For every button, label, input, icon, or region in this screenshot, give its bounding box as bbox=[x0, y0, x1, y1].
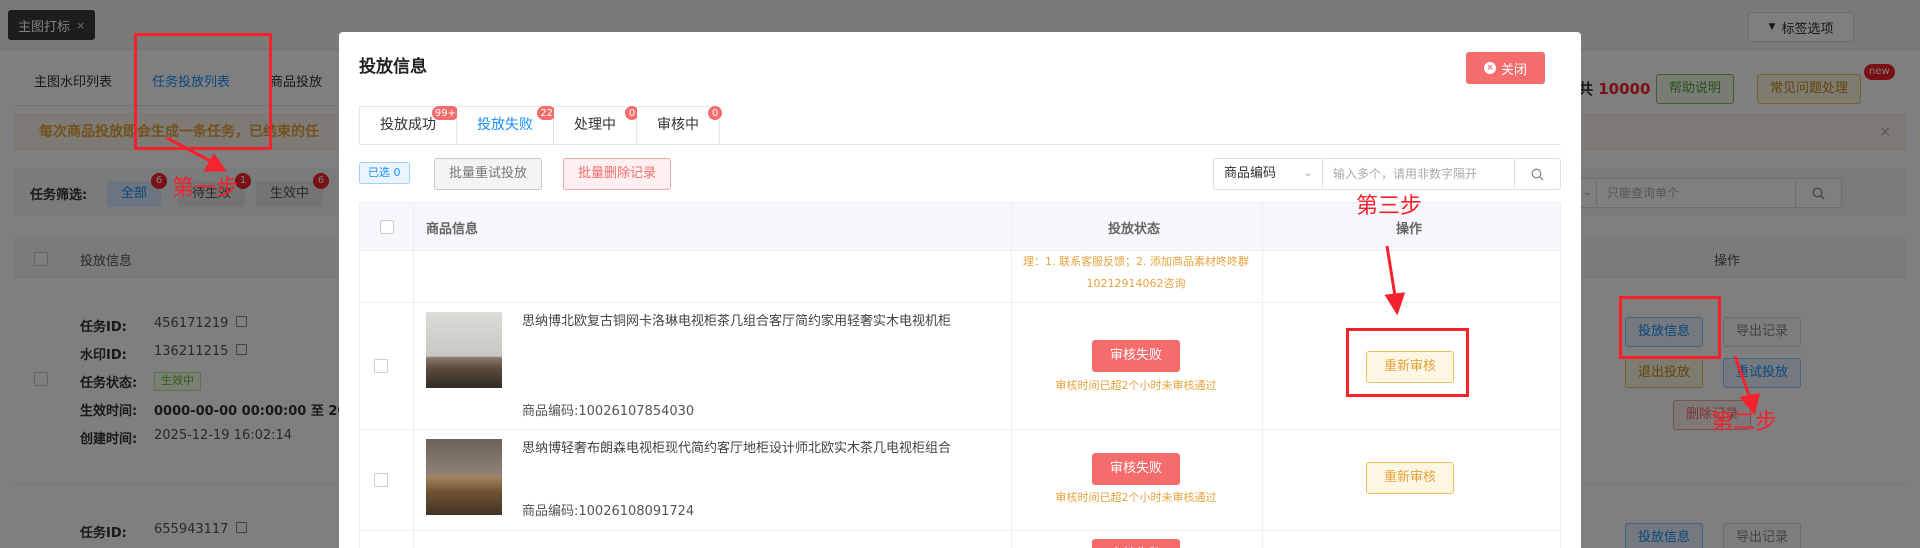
row-checkbox[interactable] bbox=[374, 473, 388, 487]
tabs-divider bbox=[359, 144, 1561, 145]
annotation-step3-label: 第三步 bbox=[1356, 194, 1423, 219]
close-icon: × bbox=[1483, 62, 1496, 74]
tab-label: 处理中 bbox=[574, 117, 616, 133]
tab-reviewing[interactable]: 审核中 0 bbox=[637, 105, 723, 144]
batch-retry-button[interactable]: 批量重试投放 bbox=[434, 158, 543, 190]
review-failed-note: 审核时间已超2个小时未审核通过 bbox=[1055, 379, 1217, 392]
tab-count-badge: 99+ bbox=[430, 105, 460, 121]
product-code: 商品编码:10026108091724 bbox=[522, 504, 695, 519]
failure-reason-note: 理：1. 联系客服反馈；2. 添加商品素材咚咚群10212914062咨询 bbox=[1023, 255, 1249, 290]
product-title: 思纳博轻奢布朗森电视柜现代简约客厅地柜设计师北欧实木茶几电视柜组合 bbox=[522, 441, 952, 456]
tab-label: 投放成功 bbox=[380, 117, 436, 133]
review-failed-status: 审核失败 bbox=[1092, 453, 1180, 485]
recheck-button[interactable]: 重新审核 bbox=[1366, 462, 1454, 494]
tab-label: 审核中 bbox=[657, 117, 699, 133]
column-header-launch-status: 投放状态 bbox=[1108, 222, 1161, 237]
table-row: 思纳博轻奢布朗森电视柜现代简约客厅地柜设计师北欧实木茶几电视柜组合 商品编码:1… bbox=[360, 430, 1560, 531]
table-row: 理：1. 联系客服反馈；2. 添加商品素材咚咚群10212914062咨询 bbox=[360, 251, 1560, 303]
review-failed-note: 审核时间已超2个小时未审核通过 bbox=[1055, 491, 1217, 504]
tab-launch-failed[interactable]: 投放失败 22 bbox=[457, 105, 557, 144]
select-all-checkbox[interactable] bbox=[380, 220, 394, 234]
tab-label: 投放失败 bbox=[477, 117, 533, 133]
annotation-step1-label: 第一步 bbox=[172, 176, 239, 201]
product-code-search-input[interactable]: 输入多个，请用非数字隔开 bbox=[1323, 158, 1515, 190]
search-field-select[interactable]: 商品编码 ⌄ bbox=[1213, 158, 1323, 190]
table-row: 审核失败 bbox=[360, 531, 1560, 548]
close-button[interactable]: × 关闭 bbox=[1466, 52, 1545, 84]
search-field-label: 商品编码 bbox=[1224, 166, 1277, 181]
row-checkbox[interactable] bbox=[374, 359, 388, 373]
launch-info-modal: 投放信息 × 关闭 投放成功 99+ 投放失败 22 处理中 0 审核中 0 已… bbox=[339, 32, 1581, 548]
search-button[interactable] bbox=[1515, 158, 1561, 190]
column-header-operation: 操作 bbox=[1396, 222, 1423, 237]
product-code: 商品编码:10026107854030 bbox=[522, 404, 695, 419]
chevron-down-icon: ⌄ bbox=[1303, 168, 1312, 179]
tab-processing[interactable]: 处理中 0 bbox=[554, 105, 640, 144]
annotation-box-step3 bbox=[1346, 328, 1469, 397]
selected-count-tag: 已选 0 bbox=[359, 162, 410, 184]
tab-count-badge: 0 bbox=[707, 105, 723, 121]
review-failed-status: 审核失败 bbox=[1092, 539, 1180, 548]
review-failed-status: 审核失败 bbox=[1092, 340, 1180, 372]
product-thumbnail bbox=[426, 439, 502, 515]
batch-delete-button[interactable]: 批量删除记录 bbox=[563, 158, 672, 190]
close-label: 关闭 bbox=[1500, 62, 1527, 78]
modal-title: 投放信息 bbox=[359, 57, 427, 77]
column-header-product-info: 商品信息 bbox=[426, 222, 479, 237]
product-thumbnail bbox=[426, 312, 502, 388]
search-icon bbox=[1531, 168, 1544, 180]
tab-launch-success[interactable]: 投放成功 99+ bbox=[360, 105, 460, 144]
annotation-step2-label: 第二步 bbox=[1711, 410, 1778, 435]
annotation-box-step1 bbox=[134, 33, 272, 150]
modal-tabs: 投放成功 99+ 投放失败 22 处理中 0 审核中 0 bbox=[359, 105, 723, 144]
product-title: 思纳博北欧复古铜网卡洛琳电视柜茶几组合客厅简约家用轻奢实木电视机柜 bbox=[522, 314, 952, 329]
annotation-box-step2 bbox=[1619, 296, 1721, 359]
